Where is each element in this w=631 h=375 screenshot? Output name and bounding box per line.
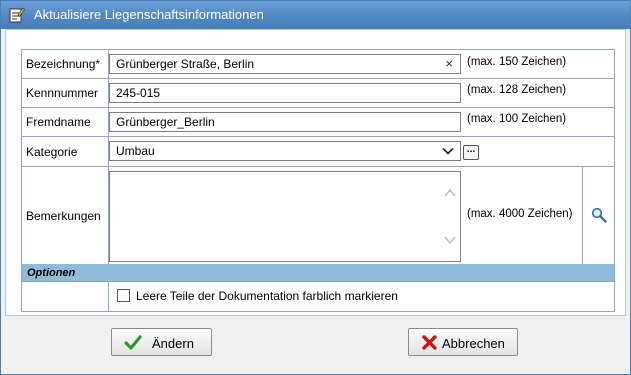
change-button[interactable]: Ändern — [111, 328, 212, 356]
fremdname-input[interactable]: Grünberger_Berlin — [109, 112, 461, 132]
dialog-window: Aktualisiere Liegenschaftsinformationen … — [0, 0, 631, 375]
row-kennnummer: Kennnummer 245-015 (max. 128 Zeichen) — [22, 79, 614, 108]
title-bar[interactable]: Aktualisiere Liegenschaftsinformationen — [1, 1, 630, 29]
options-label-cell — [22, 282, 109, 311]
change-button-label: Ändern — [152, 336, 194, 351]
fremdname-hint: (max. 100 Zeichen) — [467, 113, 567, 125]
bemerkungen-label: Bemerkungen — [22, 167, 109, 264]
bemerkungen-textarea[interactable] — [109, 171, 461, 262]
row-bemerkungen: Bemerkungen (max. 4000 Zeichen) — [22, 167, 614, 264]
checkmark-icon — [124, 334, 142, 351]
cancel-button[interactable]: Abbrechen — [408, 328, 518, 356]
browse-button[interactable]: ... — [463, 145, 479, 160]
fremdname-label: Fremdname — [22, 108, 109, 136]
clear-icon[interactable]: × — [445, 56, 453, 71]
highlight-empty-checkbox[interactable] — [117, 289, 130, 302]
edit-form-icon — [8, 6, 25, 23]
form-table: Bezeichnung* Grünberger Straße, Berlin ×… — [21, 49, 615, 312]
bezeichnung-label: Bezeichnung* — [22, 50, 109, 78]
bezeichnung-hint: (max. 150 Zeichen) — [467, 56, 567, 68]
scroll-down-icon[interactable] — [444, 235, 456, 245]
bezeichnung-input[interactable]: Grünberger Straße, Berlin × — [109, 54, 461, 74]
kennnummer-input[interactable]: 245-015 — [109, 83, 461, 103]
kennnummer-value: 245-015 — [116, 86, 161, 100]
window-title: Aktualisiere Liegenschaftsinformationen — [34, 7, 264, 22]
cancel-button-label: Abbrechen — [442, 336, 505, 351]
row-kategorie: Kategorie Umbau ... — [22, 137, 614, 167]
form-panel: Bezeichnung* Grünberger Straße, Berlin ×… — [5, 29, 626, 316]
highlight-empty-label[interactable]: Leere Teile der Dokumentation farblich m… — [136, 289, 398, 303]
bezeichnung-value: Grünberger Straße, Berlin — [116, 57, 255, 71]
kategorie-value: Umbau — [116, 144, 155, 158]
options-row: Leere Teile der Dokumentation farblich m… — [22, 282, 614, 311]
kennnummer-hint: (max. 128 Zeichen) — [467, 84, 567, 96]
magnifier-icon[interactable] — [591, 207, 607, 223]
column-divider — [582, 167, 583, 264]
kategorie-label: Kategorie — [22, 137, 109, 166]
chevron-down-icon — [442, 145, 454, 157]
bemerkungen-hint: (max. 4000 Zeichen) — [467, 208, 573, 220]
kategorie-select[interactable]: Umbau — [109, 141, 461, 161]
x-icon — [421, 334, 439, 351]
fremdname-value: Grünberger_Berlin — [116, 115, 215, 129]
row-bezeichnung: Bezeichnung* Grünberger Straße, Berlin ×… — [22, 50, 614, 79]
row-fremdname: Fremdname Grünberger_Berlin (max. 100 Ze… — [22, 108, 614, 137]
kennnummer-label: Kennnummer — [22, 79, 109, 107]
options-header: Optionen — [22, 264, 614, 282]
scroll-up-icon[interactable] — [444, 188, 456, 198]
